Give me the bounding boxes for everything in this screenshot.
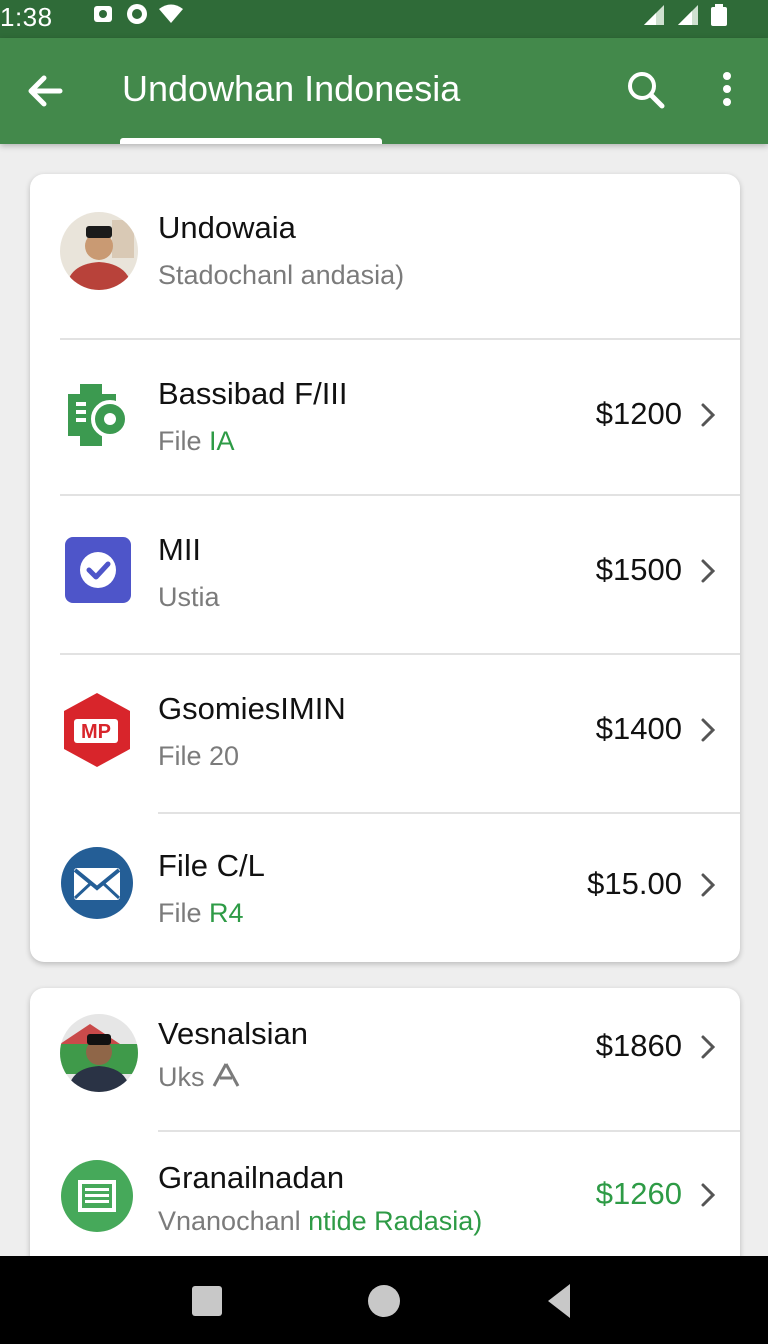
profile-name: Undowaia [158,210,296,245]
signal-icon [644,5,664,25]
search-icon [628,72,665,109]
square-icon [192,1286,222,1316]
back-nav-button[interactable] [544,1282,584,1322]
system-nav-bar [0,1256,768,1344]
red-mp-hexagon-icon: MP [60,691,138,769]
item-amount: $1260 [595,1176,682,1211]
list-item[interactable]: Vesnalsian Uks $1860 [30,988,740,1130]
item-subtitle: File IA [158,426,235,456]
profile-subtitle: Stadochanl andasia) [158,260,405,290]
wifi-icon [158,1,184,27]
chevron-right-icon [696,1180,720,1210]
more-options-button[interactable] [710,68,744,112]
item-title: Granailnadan [158,1160,345,1195]
page-title: Undowhan Indonesia [122,68,461,109]
profile-row[interactable]: Undowaia Stadochanl andasia) [30,174,740,338]
chevron-right-icon [696,400,720,430]
item-amount: $1200 [595,396,682,431]
mail-icon [60,846,138,924]
warning-icon [212,1062,240,1095]
items-card: Undowaia Stadochanl andasia) Bassibad F/… [30,174,740,962]
item-amount: $1400 [595,711,682,746]
list-item[interactable]: File C/L File R4 $15.00 [30,814,740,962]
list-item[interactable]: MP GsomiesIMIN File 20 $1400 [30,655,740,811]
notification-icon [90,1,116,27]
avatar [60,212,138,290]
home-button[interactable] [366,1282,406,1322]
item-title: MII [158,532,202,567]
more-vert-icon [723,72,731,106]
chevron-right-icon [696,556,720,586]
item-subtitle: File 20 [158,741,240,771]
avatar [60,1014,138,1092]
circle-icon [368,1285,400,1317]
item-subtitle: Ustia [158,582,220,612]
item-title: Bassibad F/III [158,376,348,411]
status-time: 1:38 [0,2,53,32]
status-bar: 1:38 [0,0,768,38]
triangle-back-icon [548,1284,570,1318]
chevron-right-icon [696,715,720,745]
svg-text:MP: MP [81,721,111,743]
battery-icon [711,4,727,26]
second-items-card: Vesnalsian Uks $1860 Granailnadan Vnanoc… [30,988,740,1288]
chevron-right-icon [696,1032,720,1062]
recents-button[interactable] [190,1282,230,1322]
item-title: Vesnalsian [158,1016,308,1051]
item-amount: $1860 [595,1028,682,1063]
item-title: File C/L [158,848,265,883]
item-amount: $15.00 [587,866,682,901]
signal-icon [678,5,698,25]
message-icon [124,1,150,27]
item-title: GsomiesIMIN [158,691,346,726]
tab-indicator [120,138,382,144]
green-gear-doc-icon [60,376,138,454]
blue-check-icon [60,532,138,610]
green-document-icon [60,1158,138,1236]
arrow-left-icon [28,75,63,107]
search-button[interactable] [624,68,668,112]
item-subtitle: Vnanochanl ntide Radasia) [158,1206,483,1236]
item-subtitle: Uks [158,1062,240,1095]
back-button[interactable] [22,68,68,114]
list-item[interactable]: MII Ustia $1500 [30,496,740,652]
list-item[interactable]: Bassibad F/III File IA $1200 [30,340,740,494]
app-bar: Undowhan Indonesia [0,38,768,144]
chevron-right-icon [696,870,720,900]
item-amount: $1500 [595,552,682,587]
item-subtitle: File R4 [158,898,244,928]
